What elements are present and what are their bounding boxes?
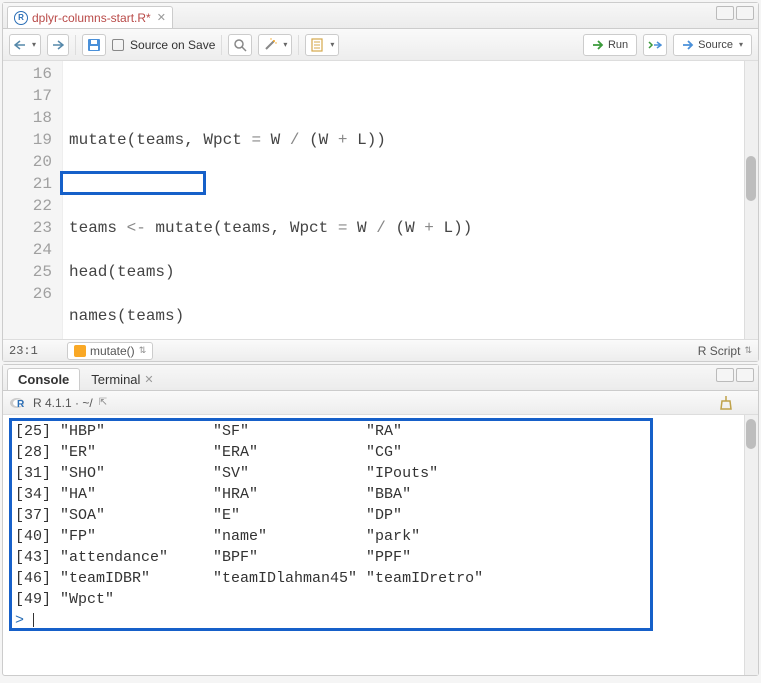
source-arrow-icon bbox=[682, 39, 694, 51]
cursor-position: 23:1 bbox=[9, 344, 59, 358]
line-number: 19 bbox=[3, 129, 52, 151]
forward-arrow-icon bbox=[52, 40, 64, 50]
editor-pane: R dplyr-columns-start.R* ✕ ▾ Source on S… bbox=[2, 2, 759, 362]
minimize-pane-icon[interactable] bbox=[716, 6, 734, 20]
maximize-pane-icon[interactable] bbox=[736, 6, 754, 20]
toolbar-right: Run Source ▾ bbox=[583, 34, 752, 56]
line-number: 20 bbox=[3, 151, 52, 173]
r-version-label: R 4.1.1 · ~/ bbox=[33, 396, 93, 410]
toolbar-separator bbox=[221, 35, 222, 55]
search-icon bbox=[233, 38, 247, 52]
function-icon bbox=[74, 345, 86, 357]
file-tab-label: dplyr-columns-start.R* bbox=[32, 11, 151, 25]
run-label: Run bbox=[608, 39, 628, 51]
vertical-scrollbar[interactable] bbox=[744, 415, 758, 675]
close-icon[interactable]: ✕ bbox=[157, 11, 166, 24]
line-number: 22 bbox=[3, 195, 52, 217]
line-number: 25 bbox=[3, 261, 52, 283]
chevron-down-icon: ▾ bbox=[283, 40, 287, 49]
run-button[interactable]: Run bbox=[583, 34, 637, 56]
editor-tab-bar: R dplyr-columns-start.R* ✕ bbox=[3, 3, 758, 29]
console-sub-toolbar: R R 4.1.1 · ~/ ⇱ bbox=[3, 391, 758, 415]
line-number: 26 bbox=[3, 283, 52, 305]
line-number: 21 bbox=[3, 173, 52, 195]
line-number: 17 bbox=[3, 85, 52, 107]
scroll-thumb[interactable] bbox=[746, 156, 756, 201]
updown-icon: ⇅ bbox=[139, 345, 147, 356]
source-button[interactable]: Source ▾ bbox=[673, 34, 752, 56]
floppy-disk-icon bbox=[87, 38, 101, 52]
toolbar-separator bbox=[75, 35, 76, 55]
source-label: Source bbox=[698, 39, 733, 51]
code-line bbox=[69, 173, 752, 195]
rerun-icon bbox=[648, 39, 662, 51]
line-number: 18 bbox=[3, 107, 52, 129]
line-number: 16 bbox=[3, 63, 52, 85]
minimize-pane-icon[interactable] bbox=[716, 368, 734, 382]
code-line: names(teams) bbox=[69, 305, 752, 327]
console-prompt-line[interactable]: > bbox=[15, 610, 730, 631]
line-gutter: 16 17 18 19 20 21 22 23 24 25 26 bbox=[3, 61, 63, 339]
source-on-save-checkbox[interactable] bbox=[112, 39, 124, 51]
code-line bbox=[69, 85, 752, 107]
line-number: 24 bbox=[3, 239, 52, 261]
notebook-icon bbox=[310, 38, 324, 52]
pane-controls bbox=[716, 6, 754, 20]
vertical-scrollbar[interactable] bbox=[744, 61, 758, 339]
find-button[interactable] bbox=[228, 34, 252, 56]
svg-text:R: R bbox=[17, 399, 25, 410]
forward-button[interactable] bbox=[47, 34, 69, 56]
file-tab[interactable]: R dplyr-columns-start.R* ✕ bbox=[7, 6, 173, 28]
run-arrow-icon bbox=[592, 39, 604, 51]
chevron-down-icon: ▾ bbox=[330, 40, 334, 49]
tab-terminal[interactable]: Terminal ✕ bbox=[80, 368, 164, 390]
report-button[interactable]: ▾ bbox=[305, 34, 339, 56]
console-pane: Console Terminal ✕ R R 4.1.1 · ~/ ⇱ [25]… bbox=[2, 364, 759, 676]
code-content[interactable]: mutate(teams, Wpct = W / (W + L)) teams … bbox=[63, 61, 758, 339]
language-label: R Script bbox=[698, 344, 741, 358]
code-line: mutate(teams, Wpct = W / (W + L)) bbox=[69, 129, 752, 151]
editor-status-bar: 23:1 mutate() ⇅ R Script ⇅ bbox=[3, 339, 758, 361]
tab-console-label: Console bbox=[18, 372, 69, 387]
tab-console[interactable]: Console bbox=[7, 368, 80, 390]
console-tab-bar: Console Terminal ✕ bbox=[3, 365, 758, 391]
console-output: [25] "HBP" "SF" "RA" [28] "ER" "ERA" "CG… bbox=[15, 421, 730, 610]
source-on-save-label: Source on Save bbox=[130, 38, 215, 52]
function-breadcrumb[interactable]: mutate() ⇅ bbox=[67, 342, 153, 360]
r-file-icon: R bbox=[14, 11, 28, 25]
clear-console-icon[interactable] bbox=[718, 395, 734, 411]
breadcrumb-label: mutate() bbox=[90, 344, 135, 358]
code-line: head(teams) bbox=[69, 261, 752, 283]
pane-controls bbox=[716, 368, 754, 382]
maximize-pane-icon[interactable] bbox=[736, 368, 754, 382]
save-button[interactable] bbox=[82, 34, 106, 56]
toolbar-separator bbox=[298, 35, 299, 55]
r-logo-icon: R bbox=[9, 396, 27, 410]
wand-button[interactable]: ▾ bbox=[258, 34, 292, 56]
text-cursor bbox=[33, 613, 34, 627]
close-icon[interactable]: ✕ bbox=[144, 373, 153, 386]
back-arrow-icon bbox=[14, 40, 26, 50]
status-right: R Script ⇅ bbox=[698, 344, 752, 358]
rerun-button[interactable] bbox=[643, 34, 667, 56]
editor-toolbar: ▾ Source on Save ▾ ▾ Run bbox=[3, 29, 758, 61]
chevron-down-icon: ▾ bbox=[739, 40, 743, 49]
chevron-down-icon: ▾ bbox=[32, 40, 36, 49]
tab-terminal-label: Terminal bbox=[91, 372, 140, 387]
updown-icon: ⇅ bbox=[744, 345, 752, 356]
code-editor[interactable]: 16 17 18 19 20 21 22 23 24 25 26 mutate(… bbox=[3, 61, 758, 339]
prompt-symbol: > bbox=[15, 612, 24, 629]
magic-wand-icon bbox=[263, 38, 277, 52]
console-output-area[interactable]: [25] "HBP" "SF" "RA" [28] "ER" "ERA" "CG… bbox=[3, 415, 758, 675]
scroll-thumb[interactable] bbox=[746, 419, 756, 449]
code-line: teams <- mutate(teams, Wpct = W / (W + L… bbox=[69, 217, 752, 239]
back-button[interactable]: ▾ bbox=[9, 34, 41, 56]
popout-icon[interactable]: ⇱ bbox=[99, 397, 107, 408]
line-number: 23 bbox=[3, 217, 52, 239]
